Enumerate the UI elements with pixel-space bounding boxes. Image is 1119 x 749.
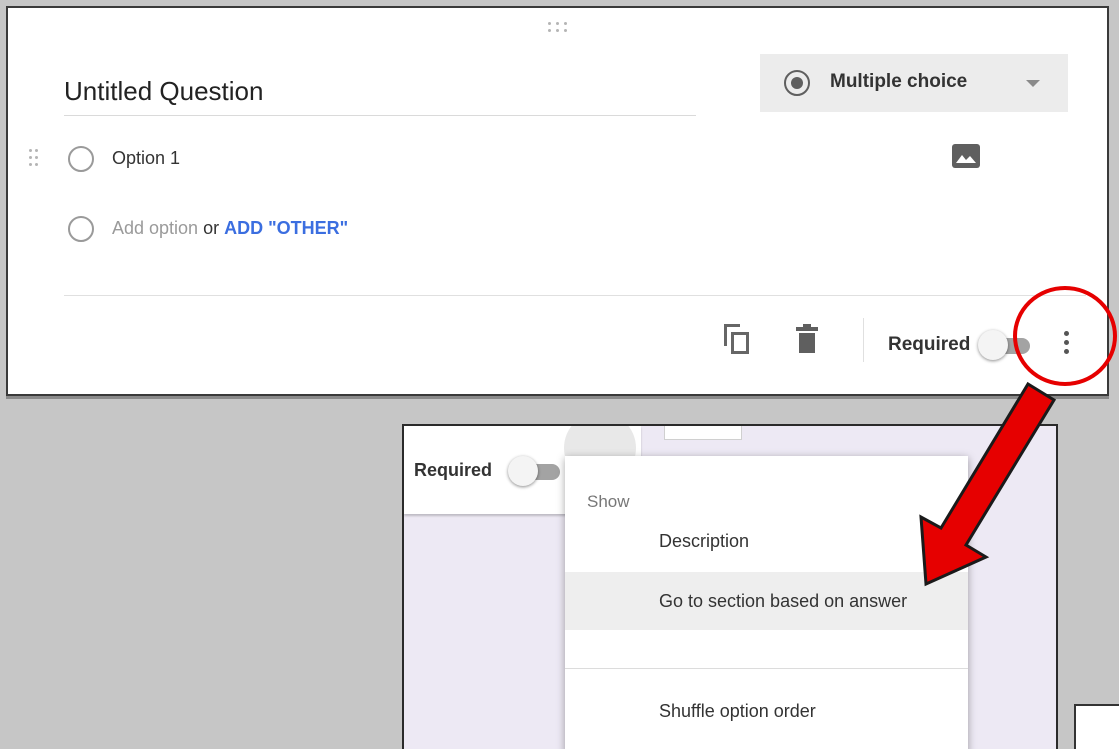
option-drag-handle-icon[interactable] <box>28 148 40 172</box>
menu-item-go-to-section[interactable]: Go to section based on answer <box>565 572 968 630</box>
question-title-input[interactable]: Untitled Question <box>64 74 696 116</box>
add-other-link[interactable]: ADD "OTHER" <box>224 218 348 238</box>
option-1-radio[interactable] <box>68 146 94 172</box>
card-divider <box>64 295 1086 296</box>
more-options-menu: Show Description Go to section based on … <box>565 456 968 749</box>
menu-item-shuffle-options[interactable]: Shuffle option order <box>565 682 968 740</box>
zoomed-menu-inset: Required Show Description Go to section … <box>402 424 1058 749</box>
delete-icon[interactable] <box>796 324 818 356</box>
add-option-radio <box>68 216 94 242</box>
radio-selected-icon <box>784 70 810 96</box>
required-toggle[interactable] <box>978 330 1030 360</box>
duplicate-icon[interactable] <box>724 324 750 356</box>
inset-required-label: Required <box>414 460 493 480</box>
or-text: or <box>203 218 220 238</box>
inset-required-toggle[interactable] <box>508 456 560 486</box>
required-label: Required <box>888 334 971 355</box>
more-vert-icon[interactable] <box>1060 330 1072 356</box>
dropdown-caret-icon <box>1026 80 1040 87</box>
menu-item-description[interactable]: Description <box>565 512 968 570</box>
question-type-dropdown[interactable]: Multiple choice <box>760 54 1068 112</box>
option-1-label[interactable]: Option 1 <box>112 148 180 169</box>
image-icon[interactable] <box>952 144 980 168</box>
add-option-row: Add option or ADD "OTHER" <box>112 218 348 239</box>
question-card: Untitled Question Multiple choice Option… <box>6 6 1109 396</box>
footer-separator <box>863 318 864 362</box>
drag-handle-icon[interactable] <box>546 20 572 34</box>
question-type-label: Multiple choice <box>830 71 968 92</box>
corner-frame <box>1074 704 1119 749</box>
menu-header-show: Show <box>587 492 630 511</box>
add-option-link[interactable]: Add option <box>112 218 198 238</box>
inset-tab <box>664 426 742 440</box>
menu-separator <box>565 668 968 669</box>
